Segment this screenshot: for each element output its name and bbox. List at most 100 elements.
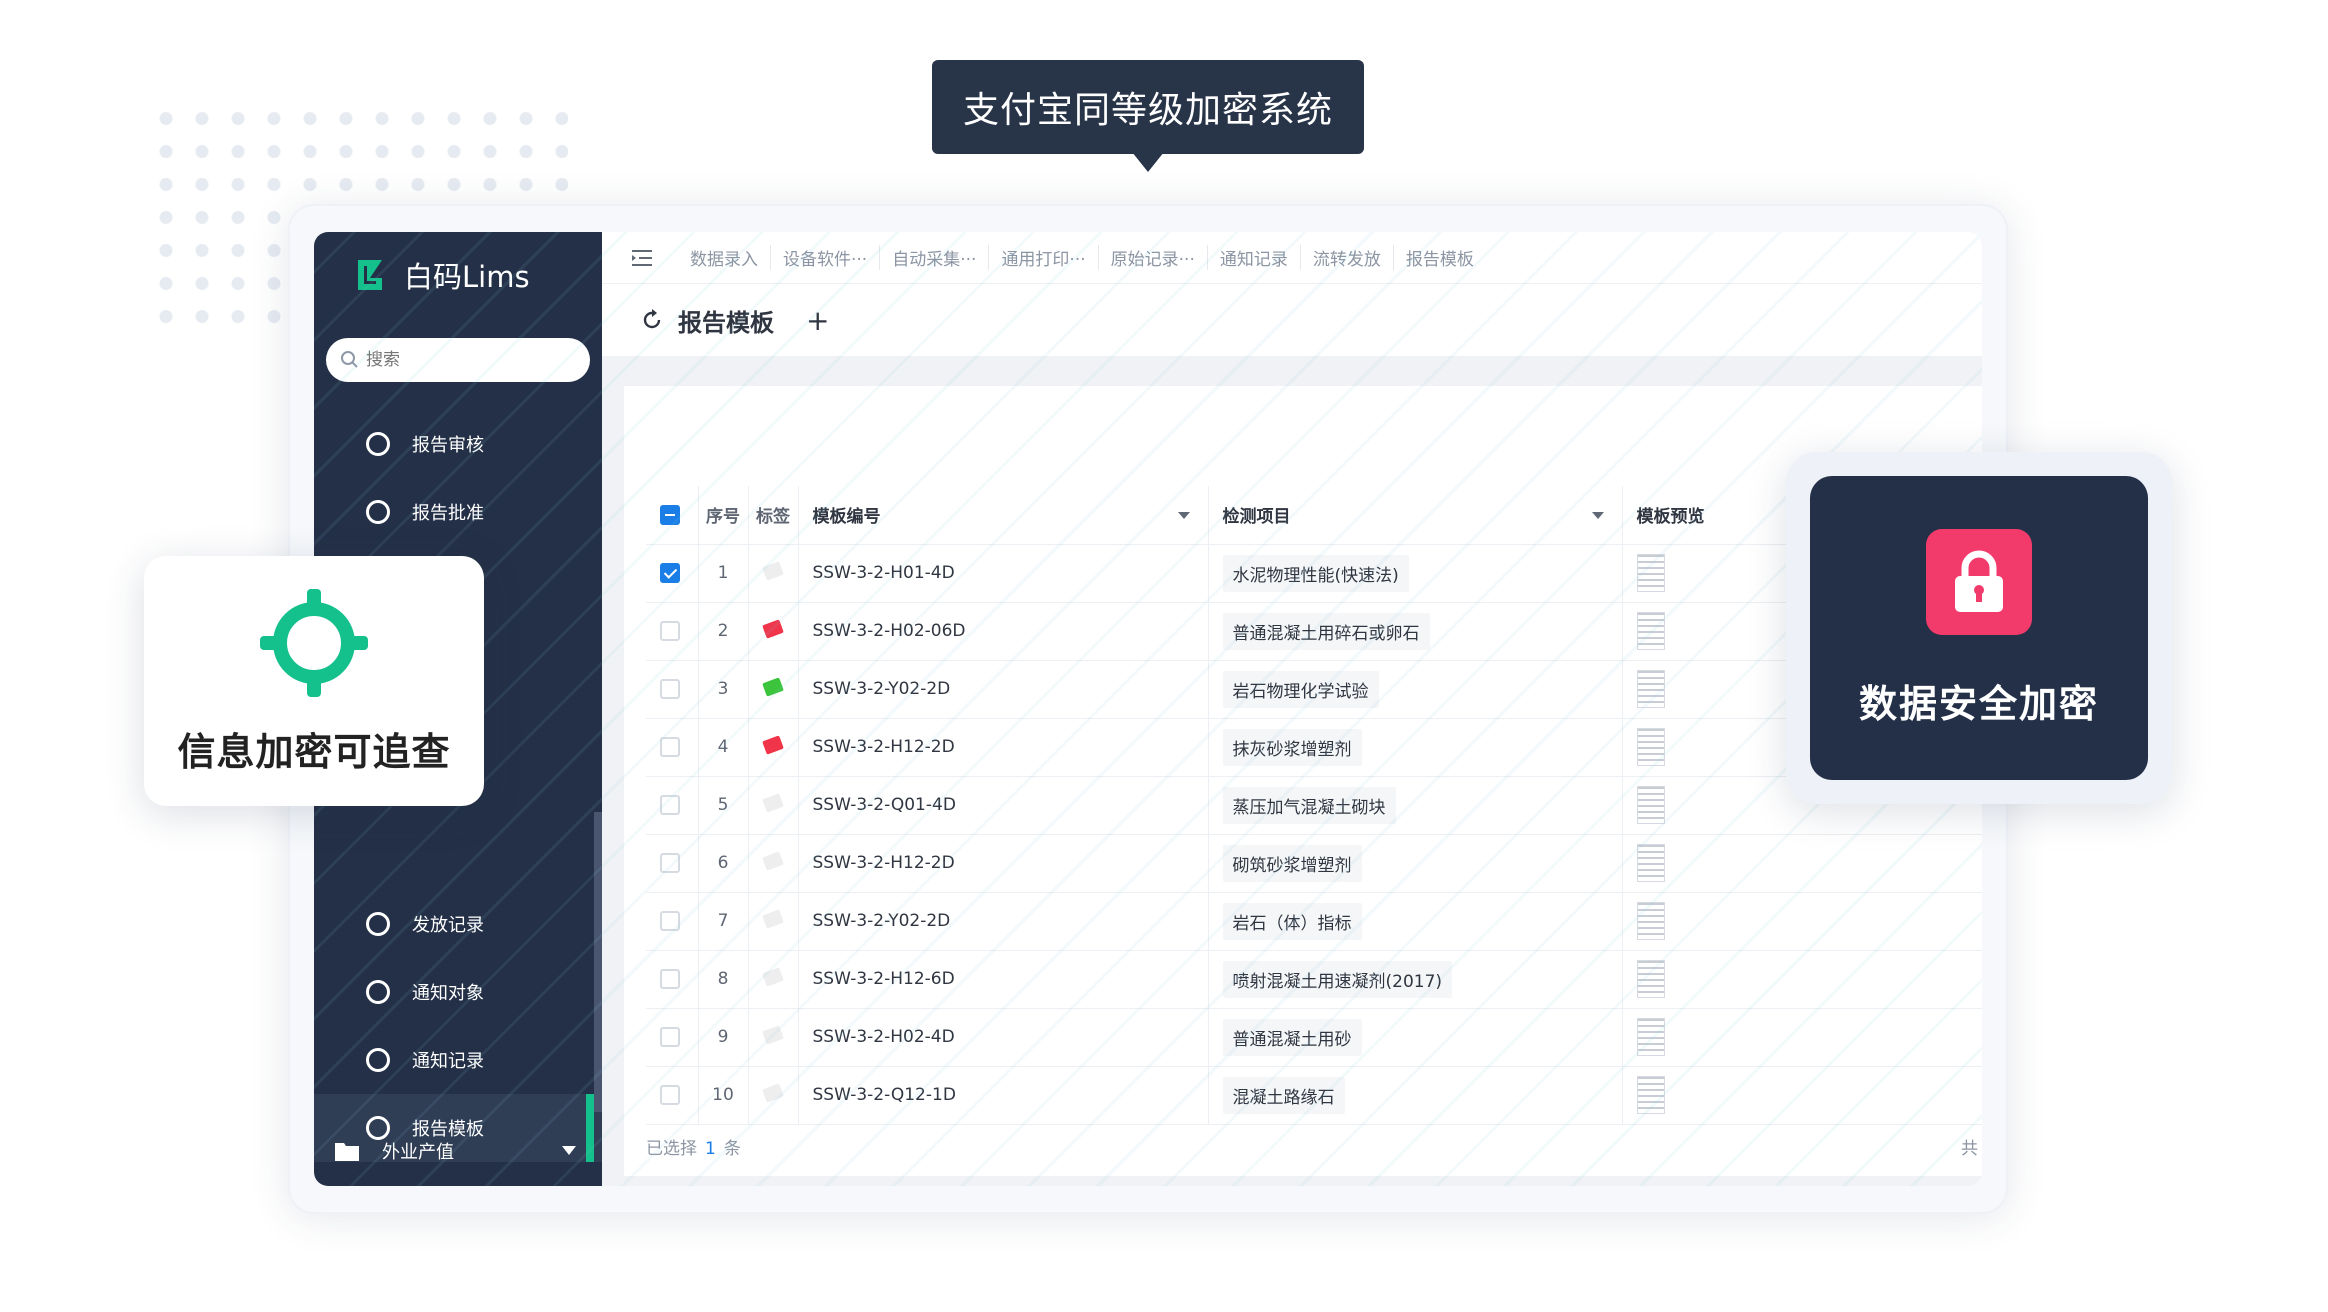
sidebar-group-field-output[interactable]: 外业产值: [314, 1124, 602, 1178]
sidebar-item-issue-records[interactable]: 发放记录: [314, 890, 602, 958]
table-row[interactable]: 2 SSW-3-2-H02-06D 普通混凝土用碎石或卵石: [646, 602, 1982, 661]
row-select-cell[interactable]: [646, 950, 699, 1009]
row-checkbox[interactable]: [660, 911, 680, 931]
tag-icon[interactable]: [762, 909, 784, 929]
template-thumbnail[interactable]: [1636, 902, 1665, 940]
menu-fold-icon[interactable]: [630, 248, 654, 268]
row-index: 3: [698, 660, 749, 719]
row-select-cell[interactable]: [646, 834, 699, 893]
select-all-cell[interactable]: [646, 486, 699, 545]
tag-icon[interactable]: [762, 1025, 784, 1045]
template-thumbnail[interactable]: [1636, 1018, 1665, 1056]
brand[interactable]: 白码Lims: [352, 254, 530, 296]
table-row[interactable]: 1 SSW-3-2-H01-4D 水泥物理性能(快速法): [646, 544, 1982, 603]
row-tag-cell[interactable]: [748, 602, 799, 661]
sidebar-item-report-approve[interactable]: 报告批准: [314, 478, 602, 546]
template-thumbnail[interactable]: [1636, 844, 1665, 882]
row-tag-cell[interactable]: [748, 1066, 799, 1125]
tag-icon[interactable]: [762, 851, 784, 871]
sidebar-item-notify-targets[interactable]: 通知对象: [314, 958, 602, 1026]
table-row[interactable]: 7 SSW-3-2-Y02-2D 岩石（体）指标: [646, 892, 1982, 951]
table-row[interactable]: 8 SSW-3-2-H12-6D 喷射混凝土用速凝剂(2017): [646, 950, 1982, 1009]
row-checkbox[interactable]: [660, 1027, 680, 1047]
row-tag-cell[interactable]: [748, 660, 799, 719]
row-select-cell[interactable]: [646, 1066, 699, 1125]
tab-notify-records[interactable]: 通知记录: [1208, 245, 1301, 270]
row-checkbox[interactable]: [660, 737, 680, 757]
tag-icon[interactable]: [762, 967, 784, 987]
tab-flow-issue[interactable]: 流转发放: [1301, 245, 1394, 270]
sort-down-icon[interactable]: [1591, 512, 1604, 519]
table-row[interactable]: 5 SSW-3-2-Q01-4D 蒸压加气混凝土砌块: [646, 776, 1982, 835]
row-select-cell[interactable]: [646, 718, 699, 777]
row-tag-cell[interactable]: [748, 892, 799, 951]
tab-report-template[interactable]: 报告模板: [1394, 245, 1486, 270]
select-all-checkbox[interactable]: [660, 504, 680, 525]
header-code[interactable]: 模板编号: [798, 486, 1209, 545]
tag-icon[interactable]: [762, 561, 784, 581]
row-preview-cell[interactable]: [1622, 1066, 1982, 1125]
row-select-cell[interactable]: [646, 660, 699, 719]
row-checkbox[interactable]: [660, 795, 680, 815]
template-thumbnail[interactable]: [1636, 1076, 1665, 1114]
tab-general-print[interactable]: 通用打印···: [989, 245, 1099, 270]
sidebar-search[interactable]: [326, 338, 590, 382]
row-preview-cell[interactable]: [1622, 1008, 1982, 1067]
row-checkbox[interactable]: [660, 621, 680, 641]
table-row[interactable]: 10 SSW-3-2-Q12-1D 混凝土路缘石: [646, 1066, 1982, 1125]
callout-arrow: [1132, 152, 1164, 172]
sidebar-search-input[interactable]: [366, 350, 566, 370]
add-button[interactable]: +: [806, 304, 829, 337]
row-preview-cell[interactable]: [1622, 834, 1982, 893]
sort-down-icon[interactable]: [1177, 512, 1190, 519]
row-select-cell[interactable]: [646, 1008, 699, 1067]
row-checkbox[interactable]: [660, 563, 680, 583]
tab-auto-collect[interactable]: 自动采集···: [880, 245, 990, 270]
row-tag-cell[interactable]: [748, 1008, 799, 1067]
row-tag-cell[interactable]: [748, 718, 799, 777]
row-tag-cell[interactable]: [748, 834, 799, 893]
sidebar-item-notify-records[interactable]: 通知记录: [314, 1026, 602, 1094]
row-tag-cell[interactable]: [748, 544, 799, 603]
row-checkbox[interactable]: [660, 679, 680, 699]
tag-icon[interactable]: [762, 793, 784, 813]
row-select-cell[interactable]: [646, 776, 699, 835]
refresh-icon[interactable]: [640, 308, 664, 332]
template-thumbnail[interactable]: [1636, 670, 1665, 708]
selected-suffix: 条: [723, 1139, 741, 1159]
row-select-cell[interactable]: [646, 602, 699, 661]
template-thumbnail[interactable]: [1636, 786, 1665, 824]
circle-icon: [366, 1048, 390, 1072]
tag-icon[interactable]: [762, 1083, 784, 1103]
tab-device-software[interactable]: 设备软件···: [771, 245, 881, 270]
row-select-cell[interactable]: [646, 892, 699, 951]
tag-icon[interactable]: [762, 619, 784, 639]
row-item: 岩石（体）指标: [1222, 902, 1362, 940]
row-checkbox[interactable]: [660, 969, 680, 989]
template-thumbnail[interactable]: [1636, 554, 1665, 592]
row-select-cell[interactable]: [646, 544, 699, 603]
table-row[interactable]: 4 SSW-3-2-H12-2D 抹灰砂浆增塑剂: [646, 718, 1982, 777]
template-thumbnail[interactable]: [1636, 612, 1665, 650]
table-row[interactable]: 6 SSW-3-2-H12-2D 砌筑砂浆增塑剂: [646, 834, 1982, 893]
tag-icon[interactable]: [762, 735, 784, 755]
row-tag-cell[interactable]: [748, 950, 799, 1009]
row-preview-cell[interactable]: [1622, 950, 1982, 1009]
sidebar-item-report-review[interactable]: 报告审核: [314, 410, 602, 478]
row-checkbox[interactable]: [660, 1085, 680, 1105]
template-thumbnail[interactable]: [1636, 728, 1665, 766]
header-item[interactable]: 检测项目: [1208, 486, 1623, 545]
row-preview-cell[interactable]: [1622, 892, 1982, 951]
row-checkbox[interactable]: [660, 853, 680, 873]
stage: 支付宝同等级加密系统 白码Lims 报告审核: [0, 0, 2328, 1312]
row-tag-cell[interactable]: [748, 776, 799, 835]
tab-raw-records[interactable]: 原始记录···: [1099, 245, 1208, 270]
sidebar-scrollbar[interactable]: [594, 812, 602, 1112]
table-row[interactable]: 3 SSW-3-2-Y02-2D 岩石物理化学试验: [646, 660, 1982, 719]
template-thumbnail[interactable]: [1636, 960, 1665, 998]
tag-icon[interactable]: [762, 677, 784, 697]
row-item: 抹灰砂浆增塑剂: [1222, 728, 1362, 766]
tab-data-entry[interactable]: 数据录入: [678, 245, 771, 270]
table-row[interactable]: 9 SSW-3-2-H02-4D 普通混凝土用砂: [646, 1008, 1982, 1067]
row-index: 6: [698, 834, 749, 893]
